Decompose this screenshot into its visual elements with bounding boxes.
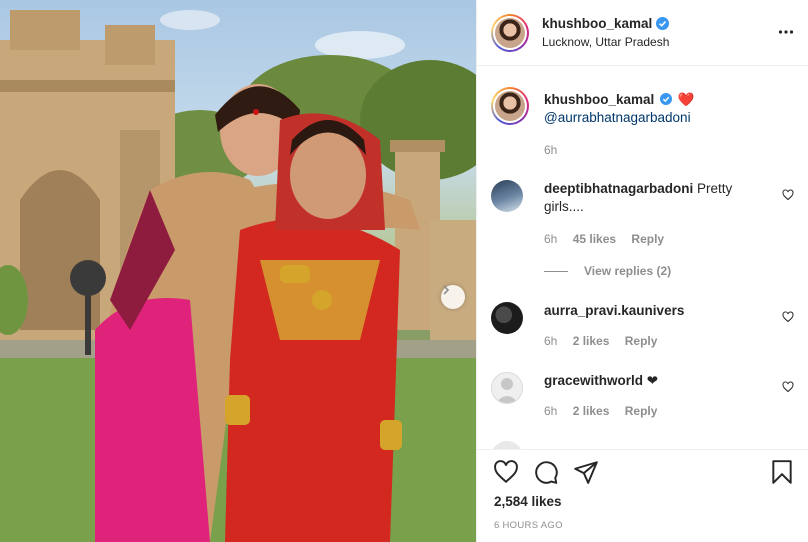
likes-count[interactable]: 2,584 likes	[494, 494, 562, 509]
post-header: khushboo_kamal Lucknow, Uttar Pradesh	[477, 0, 808, 66]
comment-text: ❤	[646, 373, 659, 388]
commenter-avatar[interactable]	[491, 180, 523, 212]
caption-text: ❤️️️	[677, 92, 695, 107]
comment-time[interactable]: 6h	[544, 334, 557, 348]
heart-icon[interactable]	[782, 311, 794, 323]
comment-icon[interactable]	[533, 459, 559, 485]
commenter-avatar[interactable]	[491, 441, 523, 449]
post-location[interactable]: Lucknow, Uttar Pradesh	[542, 35, 669, 49]
carousel-next-button[interactable]	[441, 285, 465, 309]
caption-avatar[interactable]	[491, 87, 529, 125]
view-replies-button[interactable]: View replies (2)	[544, 264, 671, 278]
post-actions: 2,584 likes 6 HOURS AGO	[477, 449, 808, 542]
reply-button[interactable]: Reply	[631, 232, 664, 246]
author-username[interactable]: khushboo_kamal	[542, 16, 652, 31]
comment-username[interactable]: deeptibhatnagarbadoni	[544, 181, 693, 196]
verified-badge-icon	[660, 93, 673, 105]
reply-button[interactable]: Reply	[625, 334, 658, 348]
reply-button[interactable]: Reply	[625, 404, 658, 418]
heart-icon[interactable]	[782, 381, 794, 393]
comment-likes[interactable]: 2 likes	[573, 404, 610, 418]
heart-icon[interactable]	[782, 189, 794, 201]
comment-username[interactable]: aurra_pravi.kaunivers	[544, 303, 684, 318]
divider	[544, 270, 568, 272]
post-photo-illustration	[0, 10, 476, 542]
default-avatar-icon	[496, 378, 518, 403]
chevron-right-icon	[443, 285, 450, 295]
post-details-panel: khushboo_kamal Lucknow, Uttar Pradesh kh…	[476, 0, 808, 542]
author-avatar[interactable]	[491, 13, 529, 52]
view-replies-label: View replies (2)	[584, 264, 672, 278]
comment-time[interactable]: 6h	[544, 232, 557, 246]
more-horizontal-icon[interactable]	[778, 24, 794, 40]
comments-list[interactable]: khushboo_kamal ❤️️️ @aurrabhatnagarbadon…	[477, 67, 808, 449]
comment-likes[interactable]: 2 likes	[573, 334, 610, 348]
paper-plane-icon[interactable]	[573, 459, 599, 485]
verified-badge-icon	[656, 17, 670, 30]
avatar-image	[495, 91, 525, 121]
caption-mention[interactable]: @aurrabhatnagarbadoni	[544, 110, 691, 125]
comment-time[interactable]: 6h	[544, 404, 557, 418]
avatar-image	[495, 17, 525, 48]
heart-icon[interactable]	[493, 459, 519, 485]
caption-time[interactable]: 6h	[544, 143, 557, 157]
commenter-avatar[interactable]	[491, 302, 523, 334]
post-image[interactable]	[0, 0, 476, 542]
post-timestamp[interactable]: 6 HOURS AGO	[494, 520, 563, 531]
comment-likes[interactable]: 45 likes	[573, 232, 616, 246]
commenter-avatar[interactable]	[491, 372, 523, 404]
comment-username[interactable]: gracewithworld	[544, 373, 643, 388]
bookmark-icon[interactable]	[769, 459, 795, 485]
caption-username[interactable]: khushboo_kamal	[544, 92, 654, 107]
